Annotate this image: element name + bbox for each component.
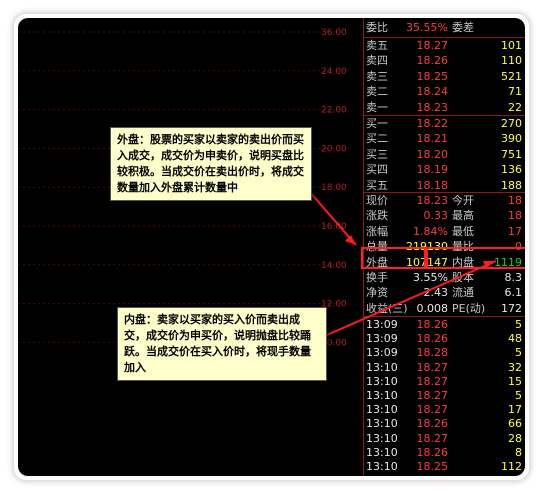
outer-volume-callout: 外盘：股票的买家以卖家的卖出价而买入成交，成交价为申卖价，说明买盘比较积极。当成… [110, 127, 312, 201]
outer-arrow [307, 189, 357, 246]
inner-volume-callout: 内盘：卖家以买家的买入价而卖出成交，成交价为申买价，说明抛盘比较踊跃。当成交价在… [117, 307, 327, 381]
inner-arrow [319, 260, 497, 339]
outer-arrowhead [345, 235, 356, 245]
annotation-arrows [307, 189, 497, 339]
inner-arrowhead [483, 261, 496, 268]
